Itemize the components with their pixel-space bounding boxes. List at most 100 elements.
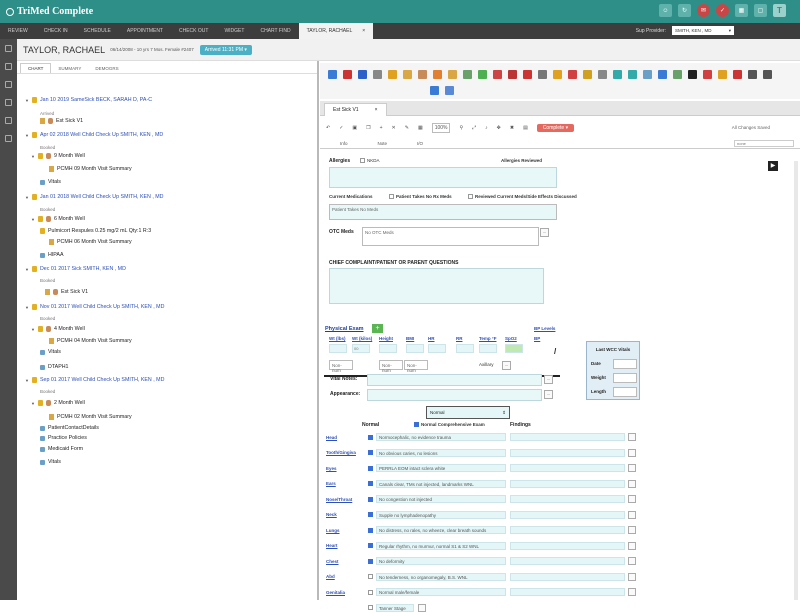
- nav-tab-check-out[interactable]: CHECK OUT: [171, 23, 216, 39]
- tree-item[interactable]: PCMH 09 Month Visit Summary: [49, 166, 132, 172]
- exam-normal-text[interactable]: Tanner Stage: [376, 603, 414, 612]
- exam-normal-text[interactable]: No obvious caries, no lesions: [376, 448, 506, 457]
- diamond-icon[interactable]: [613, 69, 622, 79]
- exam-findings-field[interactable]: [510, 448, 625, 457]
- tab-demographics[interactable]: DEMOGRS: [88, 64, 125, 73]
- delete-icon[interactable]: ✕: [392, 125, 396, 131]
- meds-reviewed-checkbox[interactable]: Reviewed Current Meds/Side Effects Discu…: [468, 194, 577, 200]
- tree-item[interactable]: ▼ 6 Month Well: [31, 216, 85, 222]
- info-col-note[interactable]: Note: [378, 141, 388, 146]
- exam-label[interactable]: Heart: [326, 543, 364, 548]
- pill-icon[interactable]: [5, 117, 12, 124]
- nav-tab-patient[interactable]: TAYLOR, RACHAEL ×: [298, 23, 374, 39]
- tag-icon[interactable]: [388, 69, 397, 79]
- visit-row[interactable]: ▼ Jan 01 2018 Well Child Check Up SMITH, …: [25, 194, 164, 200]
- vital-input[interactable]: [428, 344, 446, 353]
- exam-normal-text[interactable]: PERRLA EOM intact sclera white: [376, 464, 506, 472]
- normal-comprehensive-checkbox[interactable]: Normal Comprehensive Exam: [414, 422, 485, 428]
- exam-label[interactable]: Neck: [326, 512, 364, 517]
- tree-item[interactable]: PatientContactDetails: [40, 425, 99, 431]
- normal-select[interactable]: Normal ⇕: [426, 406, 510, 419]
- tree-item[interactable]: Vitals: [40, 459, 61, 465]
- visit-row[interactable]: ▼ Nov 01 2017 Well Child Check Up SMITH, …: [25, 304, 164, 310]
- close-icon[interactable]: ×: [362, 23, 365, 39]
- caret-down-icon[interactable]: ▼: [25, 98, 29, 103]
- tree-item[interactable]: Medicaid Form: [40, 446, 83, 452]
- exam-normal-checkbox[interactable]: [368, 574, 375, 580]
- list-icon[interactable]: [598, 69, 607, 79]
- window-icon[interactable]: [763, 69, 772, 79]
- vaccine-icon[interactable]: [463, 69, 472, 79]
- tree-item[interactable]: DTAPH1: [40, 364, 69, 370]
- shield-icon[interactable]: [628, 69, 637, 79]
- tree-item[interactable]: PCMH 04 Month Visit Summary: [49, 338, 132, 344]
- vital-input[interactable]: [505, 344, 523, 353]
- play-icon[interactable]: ▶: [768, 161, 778, 171]
- undo-icon[interactable]: ↶: [326, 125, 330, 131]
- complete-button[interactable]: Complete ▾: [536, 124, 575, 132]
- calendar-icon[interactable]: [358, 69, 367, 79]
- lab-icon[interactable]: [418, 69, 427, 79]
- vital-input[interactable]: [479, 344, 497, 353]
- window-icon[interactable]: ▢: [754, 4, 767, 17]
- caret-down-icon[interactable]: ▼: [31, 217, 35, 222]
- exam-findings-field[interactable]: [510, 495, 625, 503]
- ellipsis-icon[interactable]: [418, 603, 426, 612]
- layout-icon[interactable]: ▤: [523, 125, 528, 131]
- chart-icon[interactable]: [658, 69, 667, 79]
- ellipsis-icon[interactable]: [628, 526, 636, 534]
- pill-icon[interactable]: [583, 69, 592, 79]
- tree-item[interactable]: Est Sick V1: [45, 289, 88, 295]
- save-icon[interactable]: ▣: [352, 125, 357, 131]
- exam-normal-text[interactable]: No congestion not injected: [376, 495, 506, 503]
- document-icon[interactable]: [430, 85, 439, 95]
- exam-findings-field[interactable]: [510, 464, 625, 472]
- exam-normal-checkbox[interactable]: [368, 527, 375, 533]
- caret-down-icon[interactable]: ▼: [25, 267, 29, 272]
- tree-item[interactable]: PCMH 02 Month Visit Summary: [49, 414, 132, 420]
- exam-label[interactable]: Lungs: [326, 528, 364, 533]
- exam-normal-text[interactable]: Normocephalic, no evidence trauma: [376, 433, 506, 441]
- appearance-field[interactable]: [367, 389, 542, 401]
- nav-tab-schedule[interactable]: SCHEDULE: [76, 23, 119, 39]
- caret-down-icon[interactable]: ▼: [25, 305, 29, 310]
- document-icon[interactable]: [5, 81, 12, 88]
- refresh-icon[interactable]: ↻: [678, 4, 691, 17]
- exam-findings-field[interactable]: [510, 572, 625, 581]
- ellipsis-icon[interactable]: [628, 588, 636, 596]
- exam-findings-field[interactable]: [510, 510, 625, 519]
- tasks-icon[interactable]: ✓: [716, 4, 729, 17]
- ellipsis-icon[interactable]: [628, 510, 636, 519]
- exam-normal-checkbox[interactable]: [368, 589, 375, 595]
- bp-levels-link[interactable]: BP Levels: [534, 326, 555, 331]
- form-icon[interactable]: [718, 69, 727, 79]
- exam-normal-text[interactable]: Supple no lymphadenopathy: [376, 510, 506, 519]
- ellipsis-icon[interactable]: [628, 541, 636, 550]
- info-col-info[interactable]: Info: [340, 141, 348, 146]
- graph-icon[interactable]: [673, 69, 682, 79]
- copy-icon[interactable]: [748, 69, 757, 79]
- exam-findings-field[interactable]: [510, 433, 625, 441]
- vital-input[interactable]: [406, 344, 424, 353]
- visit-row[interactable]: ▼ Dec 01 2017 Sick SMITH, KEN , MD: [25, 266, 126, 272]
- visit-row[interactable]: ▼ Sep 01 2017 Well Child Check Up SMITH, …: [25, 377, 164, 383]
- tool-icon[interactable]: [523, 69, 532, 79]
- tree-item[interactable]: ▼ 4 Month Well: [31, 326, 85, 332]
- caret-down-icon[interactable]: ▼: [31, 154, 35, 159]
- document-icon[interactable]: [538, 69, 547, 79]
- cross-icon[interactable]: ✖: [510, 125, 514, 131]
- nav-tab-chart-find[interactable]: CHART FIND: [252, 23, 298, 39]
- info-col-io[interactable]: I/O: [417, 141, 423, 146]
- allergies-field[interactable]: [329, 167, 557, 188]
- user-icon[interactable]: ☺: [659, 4, 672, 17]
- info-select[interactable]: none: [734, 140, 794, 147]
- tab-chart[interactable]: CHART: [20, 63, 52, 73]
- sign-icon[interactable]: ✎: [405, 125, 409, 131]
- ellipsis-icon[interactable]: [628, 433, 636, 441]
- grid-icon[interactable]: ▦: [418, 125, 423, 131]
- meds-field[interactable]: Patient Takes No Meds: [329, 204, 557, 220]
- flag-icon[interactable]: [508, 69, 517, 79]
- visit-row[interactable]: ▼ Jan 10 2019 SameSick BECK, SARAH D, PA-…: [25, 97, 152, 103]
- vital-input[interactable]: [329, 344, 347, 353]
- caret-down-icon[interactable]: ▼: [31, 401, 35, 406]
